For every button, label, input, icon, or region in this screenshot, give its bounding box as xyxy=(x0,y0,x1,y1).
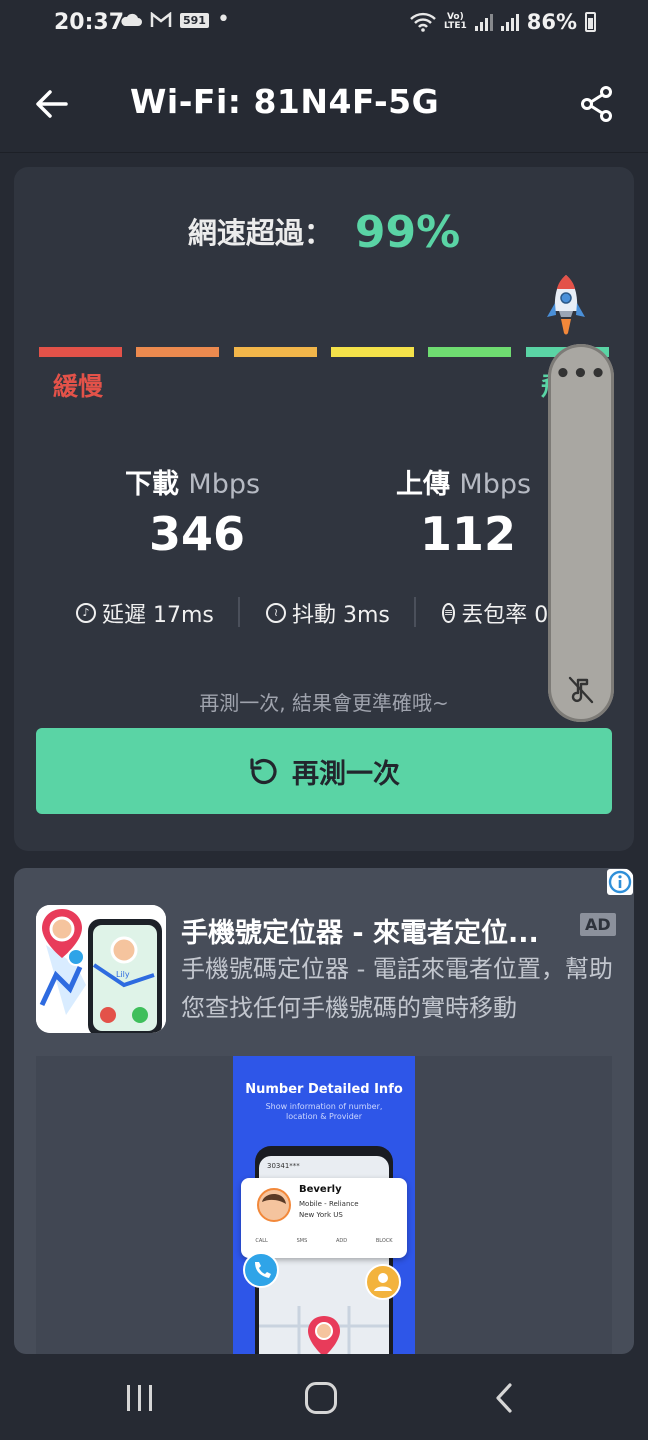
scale-segment-2 xyxy=(136,347,219,357)
upload-heading: 上傳 Mbps xyxy=(396,462,531,501)
ad-icon-caller-name: Lily xyxy=(116,970,130,979)
scale-segment-5 xyxy=(428,347,511,357)
phone-call-icon xyxy=(243,1252,279,1288)
ad-shot-title: Number Detailed Info xyxy=(245,1082,403,1097)
system-nav-bar xyxy=(0,1354,648,1440)
scale-segment-3 xyxy=(234,347,317,357)
ad-screenshot[interactable]: Number Detailed Info Show information of… xyxy=(233,1056,415,1354)
ad-title[interactable]: 手機號定位器 - 來電者定位... xyxy=(181,911,539,950)
percentile-value: 99% xyxy=(354,207,461,258)
ad-description[interactable]: 手機號碼定位器 - 電話來電者位置，幫助您查找任何手機號碼的實時移動 xyxy=(181,950,621,1028)
dot-icon: • xyxy=(216,7,230,32)
ad-avatar xyxy=(257,1188,291,1222)
signal-icon-1 xyxy=(474,13,493,31)
info-icon xyxy=(608,870,632,894)
scale-label-slow: 緩慢 xyxy=(53,372,104,401)
scale-segment-1 xyxy=(39,347,122,357)
download-value: 346 xyxy=(149,507,246,561)
speed-percentile: 網速超過： 99% xyxy=(14,207,634,258)
share-icon xyxy=(581,86,612,122)
status-bar: 20:37 591 • Vo) LTE1 86% xyxy=(0,0,648,52)
home-icon[interactable] xyxy=(305,1382,337,1414)
retest-label: 再測一次 xyxy=(292,758,400,790)
wifi-icon xyxy=(410,12,436,32)
refresh-icon xyxy=(250,758,277,785)
add-contact-icon xyxy=(365,1264,401,1300)
upload-value: 112 xyxy=(420,507,517,561)
stat-divider xyxy=(238,597,240,627)
latency-text: 延遲 17ms xyxy=(102,603,214,628)
more-dots-icon[interactable]: ••• xyxy=(548,361,614,387)
battery-percent: 86% xyxy=(526,10,577,34)
app-591-icon: 591 xyxy=(180,12,209,28)
back-button[interactable] xyxy=(30,82,74,126)
ad-action-call: CALL xyxy=(255,1238,268,1244)
speed-result-card: 網速超過：99% 緩慢 飛 下載 Mbps 346 上傳 Mbps 112 ♪ … xyxy=(14,167,634,851)
ad-map-icon xyxy=(259,1306,389,1354)
jitter-stat: ≀ 抖動 3ms xyxy=(266,597,390,629)
latency-stat: ♪ 延遲 17ms xyxy=(76,597,214,629)
download-heading: 下載 Mbps xyxy=(125,462,260,501)
ad-action-block: BLOCK xyxy=(375,1238,393,1244)
ad-contact-actions: CALL SMS ADD BLOCK xyxy=(241,1238,407,1244)
ad-info-button[interactable] xyxy=(607,869,633,895)
ad-media[interactable]: Number Detailed Info Show information of… xyxy=(36,1056,612,1354)
signal-icon-2 xyxy=(500,13,519,31)
speed-scale xyxy=(39,347,609,357)
ad-card[interactable]: Lily 手機號定位器 - 來電者定位... AD 手機號碼定位器 - 電話來電… xyxy=(14,868,634,1354)
scale-segment-4 xyxy=(331,347,414,357)
lte-label: LTE1 xyxy=(443,21,467,31)
gmail-icon xyxy=(150,12,172,27)
retest-hint: 再測一次, 結果會更準確哦~ xyxy=(199,691,449,715)
percentile-label: 網速超過： xyxy=(187,216,333,250)
system-icons: Vo) LTE1 86% xyxy=(410,10,596,34)
packet-loss-icon: ≡ xyxy=(442,603,456,623)
upload-unit: Mbps xyxy=(459,469,532,500)
battery-icon xyxy=(585,12,596,32)
ad-action-sms: SMS xyxy=(296,1238,308,1244)
ad-badge: AD xyxy=(580,913,616,936)
download-unit: Mbps xyxy=(188,469,261,500)
ad-contact-location: New York US xyxy=(299,1211,343,1219)
ad-contact-card: Beverly Mobile - Reliance New York US CA… xyxy=(241,1178,407,1258)
ad-shot-subtitle: Show information of number, location & P… xyxy=(265,1102,383,1121)
stat-divider xyxy=(414,597,416,627)
retest-button[interactable]: 再測一次 xyxy=(36,728,612,814)
mute-icon[interactable] xyxy=(565,674,597,706)
arrow-left-icon xyxy=(36,90,68,118)
packet-loss-stat: ≡ 丟包率 0 xyxy=(442,597,548,629)
app-header: Wi-Fi: 81N4F-5G xyxy=(0,52,648,153)
ad-contact-name: Beverly xyxy=(299,1184,342,1195)
recent-apps-icon[interactable] xyxy=(124,1384,156,1412)
packet-loss-text: 丟包率 0 xyxy=(461,603,548,628)
download-label: 下載 xyxy=(125,469,179,500)
notification-icons: 591 • xyxy=(120,7,230,32)
ad-app-icon[interactable]: Lily xyxy=(36,905,166,1033)
nav-back-icon[interactable] xyxy=(490,1382,518,1414)
ad-shot-number: 30341*** xyxy=(267,1162,300,1170)
cloud-icon xyxy=(121,13,142,26)
ad-contact-carrier: Mobile - Reliance xyxy=(299,1200,359,1208)
share-button[interactable] xyxy=(575,82,619,126)
ad-action-add: ADD xyxy=(335,1238,348,1244)
jitter-text: 抖動 3ms xyxy=(292,603,390,628)
latency-icon: ♪ xyxy=(76,603,96,623)
upload-label: 上傳 xyxy=(396,469,450,500)
jitter-icon: ≀ xyxy=(266,603,286,623)
rocket-icon xyxy=(544,273,588,347)
floating-assistant-bar[interactable]: ••• xyxy=(548,344,614,722)
volte-lte-icon: Vo) LTE1 xyxy=(444,13,467,31)
clock: 20:37 xyxy=(54,10,125,35)
page-title: Wi-Fi: 81N4F-5G xyxy=(130,82,440,121)
